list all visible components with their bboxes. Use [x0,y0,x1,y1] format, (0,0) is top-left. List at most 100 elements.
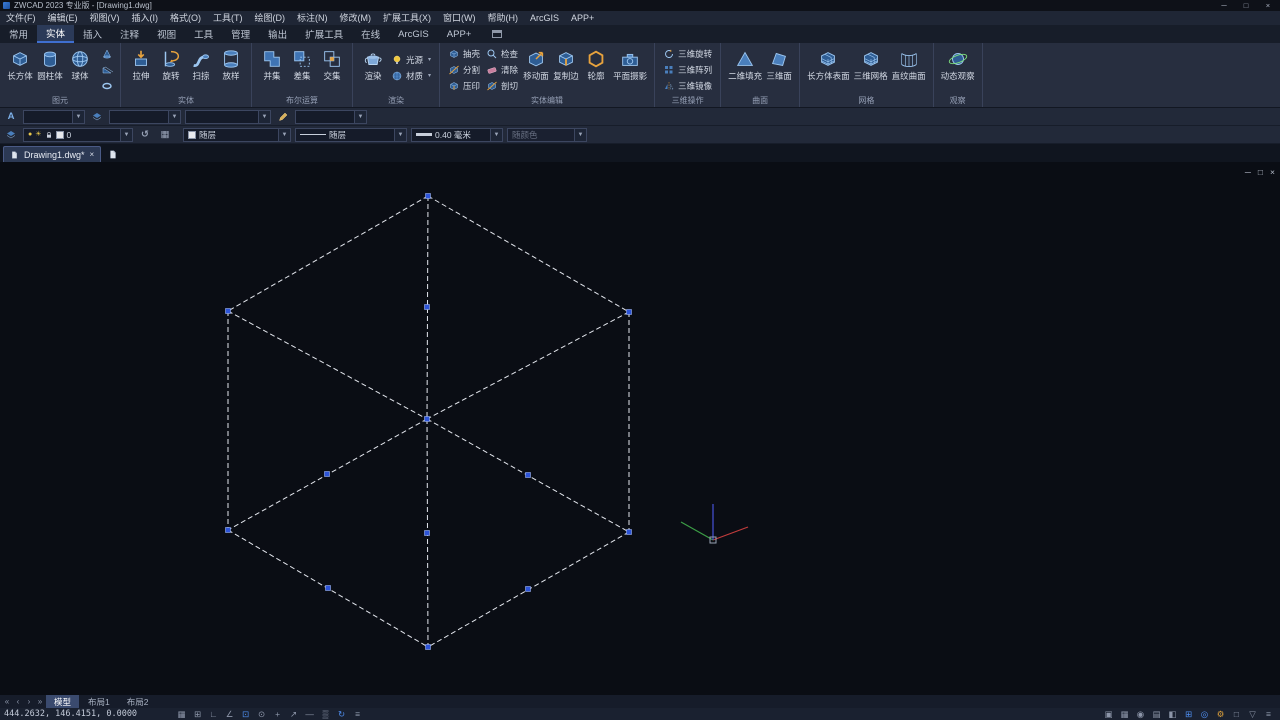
tab-arcgis[interactable]: ArcGIS [389,25,438,43]
tab-insert[interactable]: 插入 [74,25,111,43]
statusbar-menu-icon[interactable]: ≡ [1261,708,1276,720]
grip[interactable] [326,586,331,591]
status-tray-icon[interactable]: ▽ [1245,708,1260,720]
tab-annotate[interactable]: 注释 [111,25,148,43]
menu-item-tools[interactable]: 工具(T) [207,11,249,25]
cube-edge[interactable] [427,312,629,419]
separate-button[interactable]: 分割 [445,62,483,77]
grip[interactable] [526,587,531,592]
revolve-button[interactable]: 旋转 [156,46,186,81]
object-snap-icon[interactable]: ⊡ [238,708,253,720]
torus-button[interactable] [98,78,115,93]
new-document-button[interactable] [105,147,121,162]
grip[interactable] [425,305,430,310]
tab-manage[interactable]: 管理 [222,25,259,43]
tab-solid[interactable]: 实体 [37,25,74,43]
model-space-view[interactable] [0,162,1280,695]
layer-dropdown[interactable]: ● ☀ 0 ▼ [23,128,133,142]
menu-item-view[interactable]: 视图(V) [84,11,126,25]
flatshot-button[interactable]: 平面摄影 [611,46,649,81]
tab-layout1[interactable]: 布局1 [80,695,118,708]
intersect-button[interactable]: 交集 [317,46,347,81]
drawing-canvas[interactable]: ─ □ × [0,162,1280,695]
polar-tracking-icon[interactable]: ∠ [222,708,237,720]
wedge-button[interactable] [98,62,115,77]
document-tab[interactable]: Drawing1.dwg* × [3,146,101,162]
menu-item-insert[interactable]: 插入(I) [126,11,165,25]
grip[interactable] [425,531,430,536]
box-button[interactable]: 长方体 [5,46,35,81]
rotate-3d-button[interactable]: 三维旋转 [660,46,715,61]
union-button[interactable]: 并集 [257,46,287,81]
ortho-icon[interactable]: ∟ [206,708,221,720]
maximize-button[interactable]: □ [1237,0,1255,11]
grip[interactable] [426,645,431,650]
text-style-dropdown[interactable]: ▼ [23,110,85,124]
menu-item-draw[interactable]: 绘图(D) [249,11,292,25]
dynamic-input-icon[interactable]: ↗ [286,708,301,720]
grip[interactable] [627,530,632,535]
grip[interactable] [627,310,632,315]
copy-edge-button[interactable]: 复制边 [551,46,581,81]
array-3d-button[interactable]: 三维阵列 [660,62,715,77]
sphere-button[interactable]: 球体 [65,46,95,81]
viewport-grid-icon[interactable]: ▦ [1117,708,1132,720]
menu-item-file[interactable]: 文件(F) [0,11,42,25]
annotation-scale-icon[interactable]: ◉ [1133,708,1148,720]
menu-item-edit[interactable]: 编辑(E) [42,11,84,25]
move-face-button[interactable]: 移动面 [521,46,551,81]
last-tab-button[interactable]: » [35,697,45,706]
dim-style-dropdown[interactable]: ▼ [109,110,181,124]
snap-icon[interactable]: ▦ [174,708,189,720]
lineweight-dropdown[interactable]: 0.40 毫米 ▼ [411,128,503,142]
drawing-minimize-button[interactable]: ─ [1245,167,1251,177]
selection-cycling-icon[interactable]: ↻ [334,708,349,720]
subtract-button[interactable]: 差集 [287,46,317,81]
first-tab-button[interactable]: « [2,697,12,706]
mleader-style-dropdown[interactable]: ▼ [295,110,367,124]
material-button[interactable]: 材质 ▾ [388,68,434,83]
clean-button[interactable]: 清除 [483,62,521,77]
menu-item-arcgis[interactable]: ArcGIS [524,11,565,25]
hardware-acceleration-icon[interactable]: ⊞ [1181,708,1196,720]
slice-button[interactable]: 剖切 [483,78,521,93]
box-surface-button[interactable]: 长方体表面 [805,46,852,81]
workspace-switch-icon[interactable]: ◧ [1165,708,1180,720]
layer-previous-button[interactable]: ↺ [137,128,153,142]
cube-edge[interactable] [228,196,428,311]
menu-item-help[interactable]: 帮助(H) [482,11,525,25]
tab-express[interactable]: 扩展工具 [296,25,352,43]
tab-tools[interactable]: 工具 [185,25,222,43]
cylinder-button[interactable]: 圆柱体 [35,46,65,81]
minimize-button[interactable]: ─ [1215,0,1233,11]
tab-output[interactable]: 输出 [259,25,296,43]
face-3d-button[interactable]: 三维面 [764,46,794,81]
shell-button[interactable]: 抽壳 [445,46,483,61]
close-button[interactable]: × [1259,0,1277,11]
color-dropdown[interactable]: 随层 ▼ [183,128,291,142]
layer-manager-button[interactable] [3,128,19,142]
isolate-objects-icon[interactable]: ◎ [1197,708,1212,720]
cube-edge[interactable] [228,311,427,419]
drawing-restore-button[interactable]: □ [1258,167,1263,177]
extrude-button[interactable]: 拉伸 [126,46,156,81]
ribbon-toggle-icon[interactable] [488,25,506,43]
lineweight-display-icon[interactable]: — [302,708,317,720]
sweep-button[interactable]: 扫掠 [186,46,216,81]
menu-item-format[interactable]: 格式(O) [164,11,207,25]
grid-icon[interactable]: ⊞ [190,708,205,720]
object-snap-tracking-icon[interactable]: ⊙ [254,708,269,720]
grip[interactable] [226,309,231,314]
solid-2d-button[interactable]: 二维填充 [726,46,764,81]
prev-tab-button[interactable]: ‹ [13,697,23,706]
mesh-3d-button[interactable]: 三维网格 [852,46,890,81]
ruled-surface-button[interactable]: 直纹曲面 [890,46,928,81]
transparency-icon[interactable]: ▒ [318,708,333,720]
menu-item-dimension[interactable]: 标注(N) [291,11,334,25]
mirror-3d-button[interactable]: 三维镜像 [660,78,715,93]
cone-button[interactable] [98,46,115,61]
grip[interactable] [526,473,531,478]
tab-online[interactable]: 在线 [352,25,389,43]
tab-view[interactable]: 视图 [148,25,185,43]
menu-item-window[interactable]: 窗口(W) [437,11,482,25]
